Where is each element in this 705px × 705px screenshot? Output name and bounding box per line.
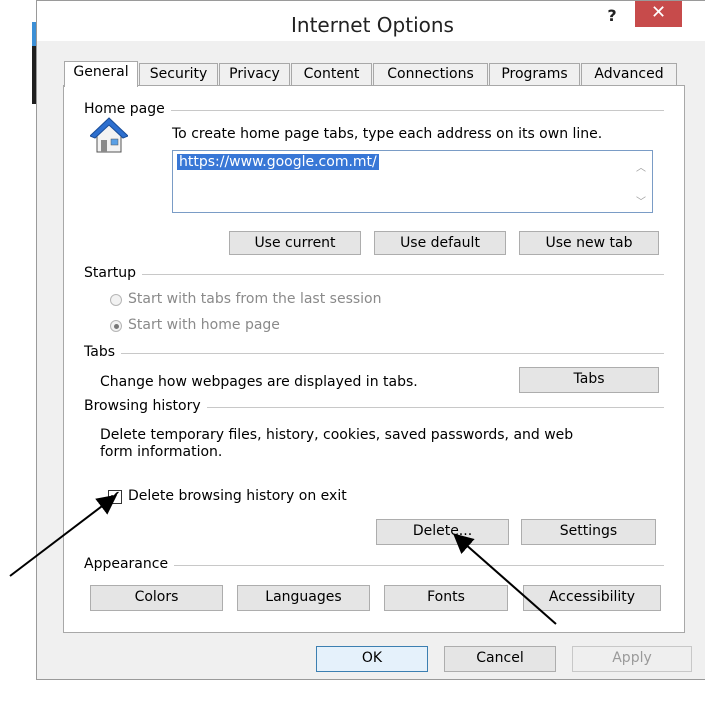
last-session-radio[interactable] <box>110 294 122 306</box>
scroll-up-icon[interactable]: ︿ <box>636 159 646 174</box>
tab-connections[interactable]: Connections <box>373 63 488 85</box>
accessibility-button[interactable]: Accessibility <box>523 585 661 611</box>
tab-advanced[interactable]: Advanced <box>581 63 677 85</box>
home-page-instruction: To create home page tabs, type each addr… <box>172 126 603 142</box>
appearance-group-label: Appearance <box>84 556 175 572</box>
languages-button[interactable]: Languages <box>237 585 370 611</box>
browsing-history-description-1: Delete temporary files, history, cookies… <box>100 427 574 443</box>
tab-programs[interactable]: Programs <box>489 63 580 85</box>
browsing-history-group-label: Browsing history <box>84 398 207 414</box>
home-page-group-label: Home page <box>84 101 171 117</box>
apply-button[interactable]: Apply <box>572 646 692 672</box>
use-current-button[interactable]: Use current <box>229 231 361 255</box>
home-page-radio[interactable] <box>110 320 122 332</box>
tabs-divider <box>84 353 664 354</box>
delete-on-exit-label: Delete browsing history on exit <box>128 488 347 504</box>
cancel-button[interactable]: Cancel <box>444 646 556 672</box>
tabs-description: Change how webpages are displayed in tab… <box>100 374 418 390</box>
help-button[interactable]: ? <box>600 5 624 29</box>
home-page-url: https://www.google.com.mt/ <box>177 154 379 170</box>
tabs-settings-button[interactable]: Tabs <box>519 367 659 393</box>
startup-divider <box>84 274 664 275</box>
home-page-radio-label: Start with home page <box>128 317 280 333</box>
ok-button[interactable]: OK <box>316 646 428 672</box>
tab-security[interactable]: Security <box>139 63 218 85</box>
close-button[interactable]: ✕ <box>635 1 682 27</box>
general-tab-panel: Home page To create home page tabs, type… <box>63 85 685 633</box>
use-default-button[interactable]: Use default <box>374 231 506 255</box>
tab-content[interactable]: Content <box>291 63 372 85</box>
colors-button[interactable]: Colors <box>90 585 223 611</box>
browsing-settings-button[interactable]: Settings <box>521 519 656 545</box>
tabs-group-label: Tabs <box>84 344 121 360</box>
browsing-history-description-2: form information. <box>100 444 223 460</box>
startup-group-label: Startup <box>84 265 142 281</box>
delete-button[interactable]: Delete... <box>376 519 509 545</box>
fonts-button[interactable]: Fonts <box>384 585 508 611</box>
internet-options-dialog: Internet Options ? ✕ General Security Pr… <box>36 0 705 680</box>
scroll-down-icon[interactable]: ﹀ <box>636 193 646 208</box>
delete-on-exit-checkbox[interactable]: ✔ <box>108 490 122 504</box>
home-page-input[interactable]: https://www.google.com.mt/ ︿ ﹀ <box>172 150 653 213</box>
home-icon <box>90 117 128 153</box>
tab-privacy[interactable]: Privacy <box>219 63 290 85</box>
last-session-label: Start with tabs from the last session <box>128 291 382 307</box>
title-bar: Internet Options ? ✕ <box>37 1 705 41</box>
use-new-tab-button[interactable]: Use new tab <box>519 231 659 255</box>
tab-general[interactable]: General <box>64 61 138 87</box>
home-page-divider <box>84 110 664 111</box>
